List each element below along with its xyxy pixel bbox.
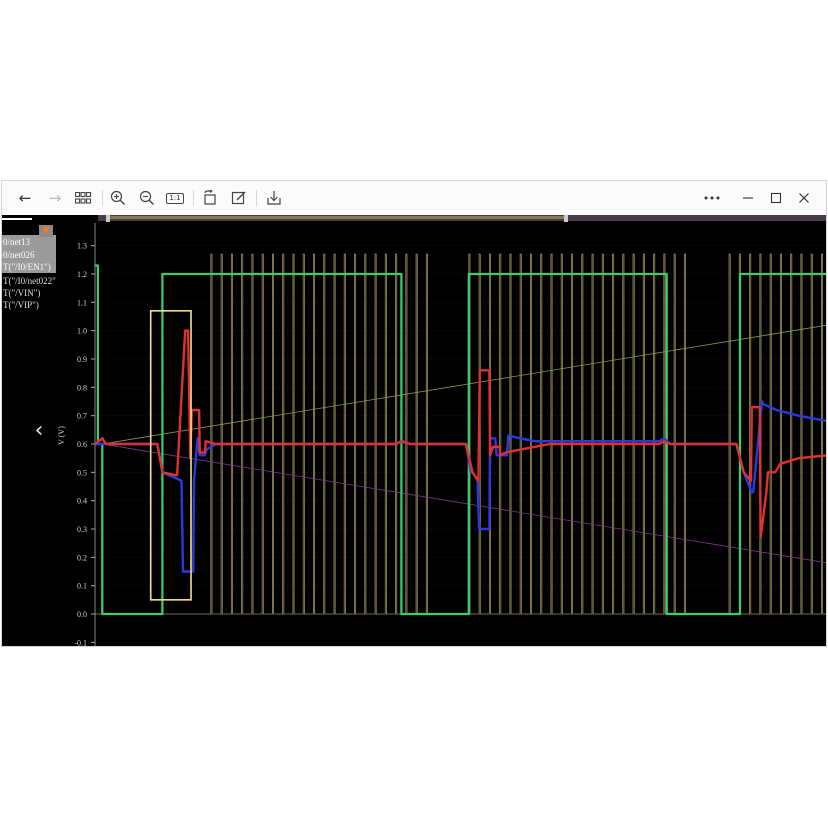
edit-icon — [231, 191, 246, 205]
image-content: ▼ 0/net13 0/net026 T("/I0/EN1") T("/I0/n… — [2, 215, 826, 647]
minimize-button[interactable] — [737, 187, 759, 209]
zoom-out-icon — [139, 190, 154, 205]
minimize-icon — [743, 197, 753, 199]
rotate-button[interactable] — [199, 187, 221, 209]
timeline-range — [106, 216, 566, 219]
y-tick-label: 0.2 — [77, 553, 87, 562]
grid-view-button[interactable] — [72, 187, 94, 209]
close-icon — [799, 193, 809, 203]
previous-image-button[interactable]: ‹ — [29, 419, 49, 443]
legend-header-bar — [2, 218, 32, 220]
plot-background — [58, 215, 826, 646]
zoom-in-button[interactable] — [107, 187, 129, 209]
waveform-chart: -0.1 0.0 0.1 0.2 0.3 0.4 0.5 0.6 0.7 0.8 0.9 1.0 1.1… — [58, 215, 826, 647]
timeline-handle-left — [106, 215, 110, 222]
y-tick-label: 0.6 — [77, 440, 87, 449]
y-tick-label: 0.3 — [77, 525, 87, 534]
maximize-button[interactable] — [765, 187, 787, 209]
actual-size-button[interactable]: 1:1 — [163, 187, 187, 209]
forward-button[interactable]: → — [44, 187, 66, 209]
y-tick-label: 0.9 — [77, 355, 87, 364]
more-icon — [704, 196, 720, 200]
y-tick-label: 1.2 — [77, 270, 87, 279]
edit-button[interactable] — [228, 187, 250, 209]
actual-size-icon: 1:1 — [166, 192, 184, 204]
rotate-icon — [204, 190, 216, 205]
legend-item[interactable]: T("/VIN") — [3, 288, 40, 299]
back-button[interactable]: ← — [14, 187, 36, 209]
y-tick-label: 0.0 — [77, 610, 87, 619]
y-tick-label: 0.5 — [77, 468, 87, 477]
chevron-left-icon: ‹ — [34, 418, 44, 443]
arrow-left-icon: ← — [18, 188, 32, 207]
zoom-in-icon — [110, 190, 125, 205]
legend-item[interactable]: T("/VIP") — [3, 300, 39, 311]
close-button[interactable] — [793, 187, 815, 209]
y-tick-label: 0.1 — [77, 582, 87, 591]
y-tick-label: 0.4 — [77, 497, 87, 506]
filter-icon: ▼ — [42, 226, 50, 236]
arrow-right-icon: → — [48, 188, 62, 207]
legend-item[interactable]: T("/I0/EN1") — [3, 262, 51, 273]
y-tick-label: 0.7 — [77, 412, 87, 421]
zoom-out-button[interactable] — [136, 187, 158, 209]
legend-filter-button[interactable]: ▼ — [39, 225, 53, 237]
y-tick-label: 1.1 — [77, 298, 87, 307]
y-tick-label: 1.0 — [77, 327, 87, 336]
legend-item[interactable]: 0/net026 — [3, 250, 35, 261]
save-icon — [267, 191, 281, 205]
legend-item[interactable]: T("/I0/net022" — [3, 276, 56, 287]
y-axis-label: V (V) — [58, 426, 66, 445]
save-button[interactable] — [263, 187, 285, 209]
maximize-icon — [770, 192, 782, 204]
legend-item[interactable]: 0/net13 — [3, 237, 30, 248]
y-tick-label: 0.8 — [77, 383, 87, 392]
grid-icon — [75, 192, 91, 204]
toolbar: ← → 1:1 — [2, 181, 826, 216]
more-button[interactable] — [701, 187, 723, 209]
timeline-handle-right — [564, 215, 568, 222]
y-tick-label: 1.3 — [77, 242, 87, 251]
viewer-window: ← → 1:1 ▼ 0/net13 0/net026 T("/I0/EN1") … — [1, 180, 827, 647]
y-tick-label: -0.1 — [74, 638, 87, 647]
